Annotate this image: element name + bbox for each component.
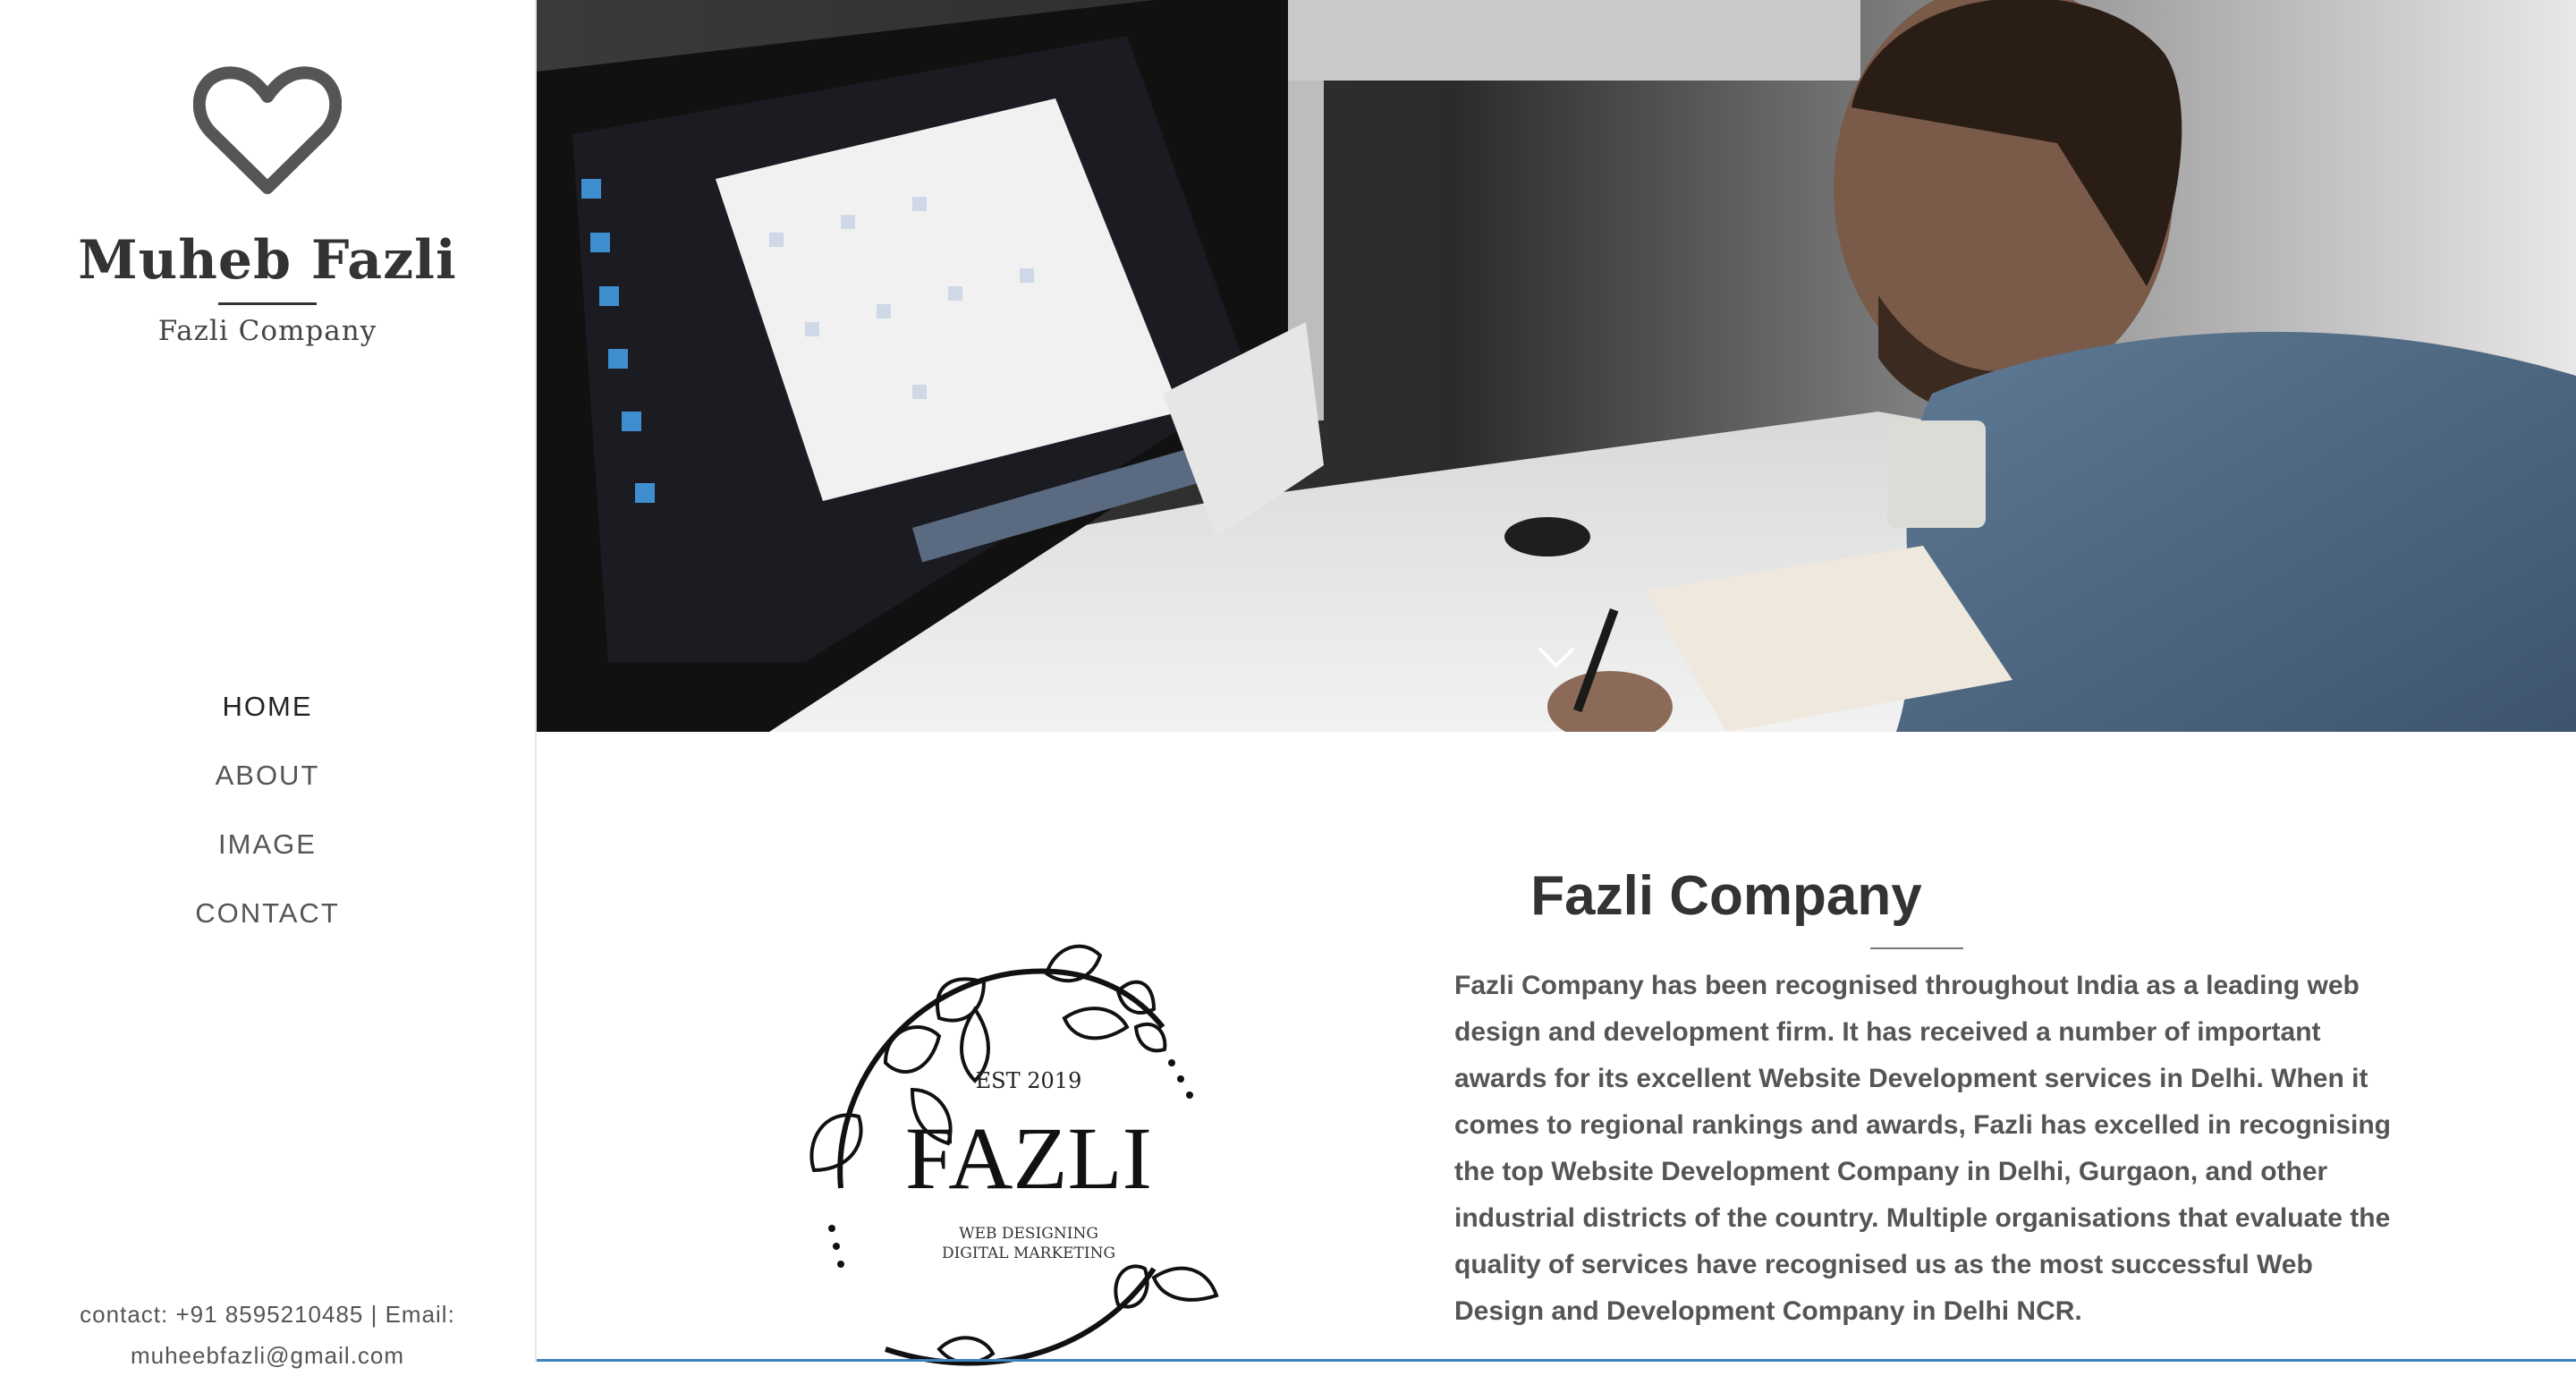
logo-est-text: EST 2019 bbox=[976, 1068, 1082, 1093]
about-section: EST 2019 FAZLI WEB DESIGNING DIGITAL MAR… bbox=[537, 732, 2576, 1366]
main-nav: HOME ABOUT IMAGE CONTACT bbox=[0, 684, 535, 959]
nav-item-home[interactable]: HOME bbox=[0, 684, 535, 752]
nav-item-contact[interactable]: CONTACT bbox=[0, 890, 535, 959]
site-title[interactable]: Muheb Fazli bbox=[0, 229, 535, 292]
about-title-divider bbox=[1870, 947, 1963, 949]
about-paragraph: Fazli Company has been recognised throug… bbox=[1454, 971, 2391, 1326]
chevron-down-icon[interactable] bbox=[1535, 641, 1578, 676]
logo-line1-text: WEB DESIGNING bbox=[959, 1225, 1098, 1243]
nav-item-about[interactable]: ABOUT bbox=[0, 752, 535, 821]
site-subtitle: Fazli Company bbox=[157, 315, 377, 347]
hero-image bbox=[537, 0, 2576, 732]
sidebar: Muheb Fazli Fazli Company HOME ABOUT IMA… bbox=[0, 0, 537, 1369]
nav-item-image[interactable]: IMAGE bbox=[0, 821, 535, 890]
laurel-wreath-icon: EST 2019 FAZLI WEB DESIGNING DIGITAL MAR… bbox=[809, 944, 1219, 1366]
contact-info: contact: +91 8595210485 | Email: muheebf… bbox=[0, 1294, 535, 1376]
heart-icon[interactable] bbox=[193, 63, 342, 197]
hero-photo bbox=[537, 0, 2576, 732]
logo-name-text: FAZLI bbox=[905, 1108, 1152, 1208]
contact-phone-line: contact: +91 8595210485 | Email: bbox=[80, 1301, 455, 1328]
title-divider bbox=[218, 302, 317, 305]
fazli-logo: EST 2019 FAZLI WEB DESIGNING DIGITAL MAR… bbox=[778, 884, 1279, 1367]
logo-line2-text: DIGITAL MARKETING bbox=[942, 1244, 1115, 1262]
contact-email-line[interactable]: muheebfazli@gmail.com bbox=[0, 1335, 535, 1376]
about-title: Fazli Company bbox=[1530, 865, 1922, 927]
